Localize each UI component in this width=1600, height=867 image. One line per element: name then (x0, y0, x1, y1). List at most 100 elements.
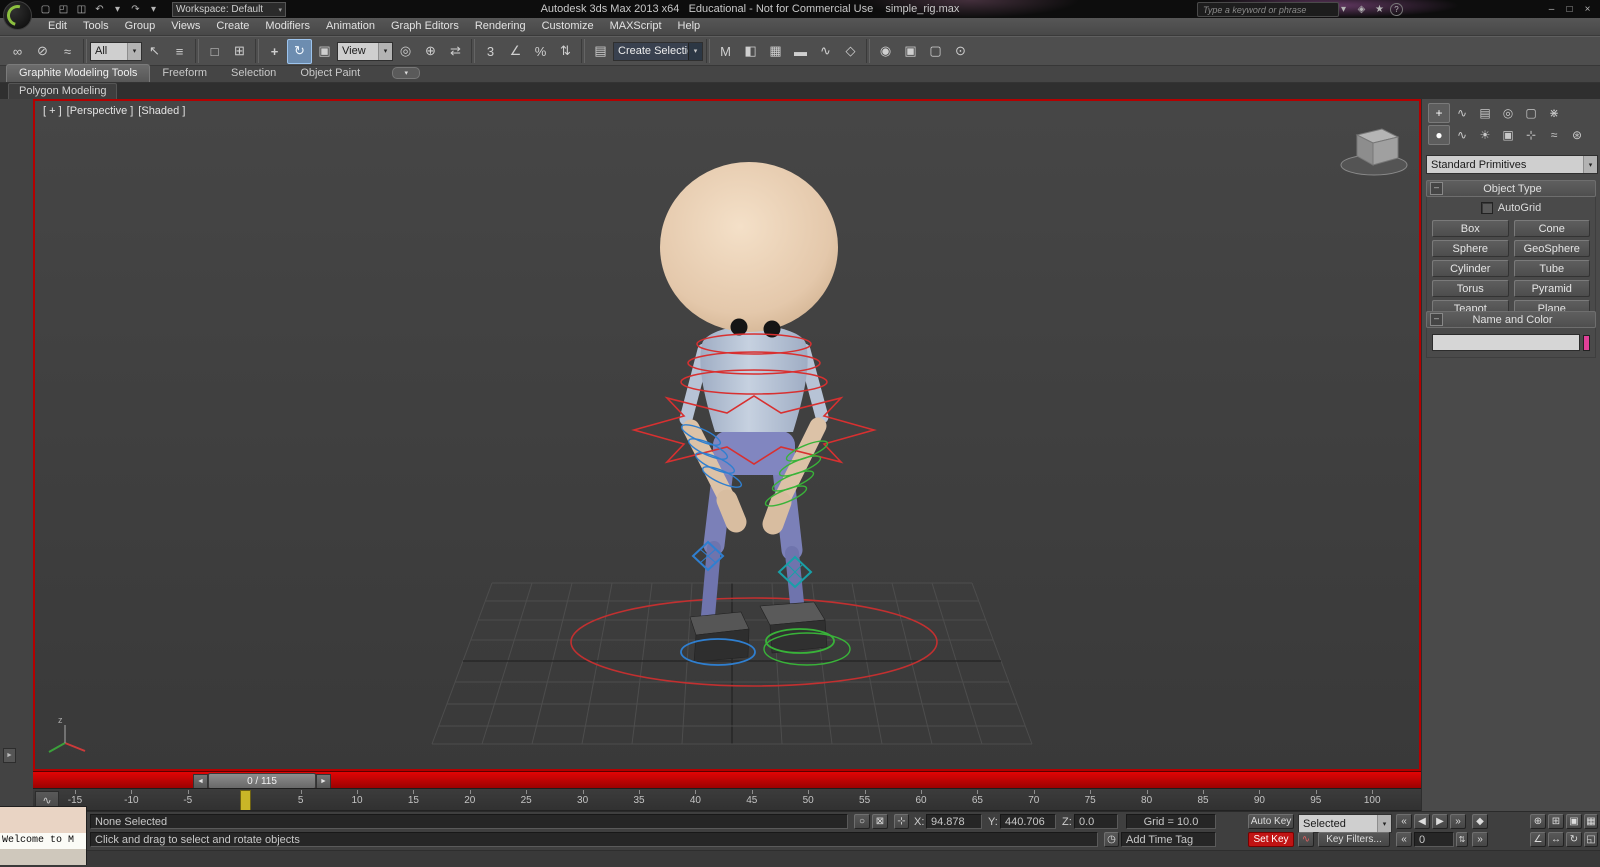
tab-freeform[interactable]: Freeform (150, 65, 219, 82)
menu-group[interactable]: Group (117, 18, 164, 35)
category-shapes-icon[interactable]: ∿ (1451, 125, 1473, 145)
undo-dropdown-icon[interactable]: ▾ (110, 2, 125, 16)
window-crossing-icon[interactable]: ⊞ (227, 39, 252, 64)
select-and-rotate-icon[interactable]: ↻ (287, 38, 312, 64)
object-name-field[interactable] (1432, 334, 1580, 351)
material-editor-icon[interactable]: ◉ (873, 39, 898, 64)
window-minimize-icon[interactable]: – (1544, 2, 1559, 16)
ribbon-minimize-toggle[interactable]: ▾ (392, 67, 421, 79)
button-pyramid[interactable]: Pyramid (1513, 280, 1590, 297)
isolate-selection-icon[interactable]: ○ (854, 814, 870, 829)
set-key-wave-icon[interactable]: ∿ (1298, 832, 1314, 847)
master-control-circle[interactable] (570, 597, 938, 687)
tab-create[interactable]: + (1428, 103, 1450, 123)
button-tube[interactable]: Tube (1513, 260, 1590, 277)
keyboard-override-icon[interactable]: ⇄ (443, 39, 468, 64)
menu-graph-editors[interactable]: Graph Editors (383, 18, 467, 35)
go-to-start-icon[interactable]: « (1396, 814, 1412, 829)
tab-motion[interactable]: ◎ (1497, 103, 1519, 123)
head[interactable] (660, 162, 838, 332)
menu-maxscript[interactable]: MAXScript (602, 18, 670, 35)
viewport-menu-view[interactable]: [Perspective ] (67, 105, 134, 117)
favorites-star-icon[interactable]: ★ (1372, 2, 1387, 16)
viewport-perspective[interactable]: z [ + ] [Perspective ] [Shaded ] (33, 99, 1421, 771)
open-file-icon[interactable]: ◰ (56, 2, 71, 16)
button-cone[interactable]: Cone (1513, 220, 1590, 237)
next-frame-arrow-icon[interactable]: ► (316, 774, 331, 789)
play-animation-icon[interactable]: ▶ (1432, 814, 1448, 829)
y-coordinate-field[interactable]: 440.706 (1000, 814, 1056, 829)
category-spacewarps-icon[interactable]: ≈ (1543, 125, 1565, 145)
mirror-icon[interactable]: M (713, 39, 738, 64)
button-geosphere[interactable]: GeoSphere (1513, 240, 1590, 257)
viewport-label[interactable]: [ + ] [Perspective ] [Shaded ] (43, 105, 185, 117)
current-frame-marker[interactable] (240, 790, 251, 810)
percent-snap-icon[interactable]: % (528, 39, 553, 64)
autogrid-checkbox[interactable] (1480, 202, 1493, 214)
redo-icon[interactable]: ↷ (128, 2, 143, 16)
key-mode-toggle-icon[interactable]: ◆ (1472, 814, 1488, 829)
field-of-view-icon[interactable]: ∠ (1530, 832, 1546, 847)
button-torus[interactable]: Torus (1432, 280, 1509, 297)
character-rig[interactable] (660, 162, 838, 663)
viewport-menu-shading[interactable]: [Shaded ] (138, 105, 185, 117)
category-lights-icon[interactable]: ☀ (1474, 125, 1496, 145)
spinner-snap-icon[interactable]: ⇅ (553, 39, 578, 64)
current-frame-field[interactable]: 0 (1414, 832, 1454, 847)
button-cylinder[interactable]: Cylinder (1432, 260, 1509, 277)
menu-create[interactable]: Create (208, 18, 257, 35)
menu-views[interactable]: Views (163, 18, 208, 35)
welcome-window[interactable]: Welcome to M (0, 806, 87, 865)
key-filters-button[interactable]: Key Filters... (1318, 832, 1390, 847)
new-scene-icon[interactable]: ▢ (38, 2, 53, 16)
object-color-swatch[interactable] (1583, 334, 1590, 351)
x-coordinate-field[interactable]: 94.878 (926, 814, 982, 829)
track-bar[interactable]: ∿ -15-10-5051015202530354045505560657075… (33, 788, 1421, 811)
zoom-all-icon[interactable]: ⊞ (1548, 814, 1564, 829)
tab-hierarchy[interactable]: ▤ (1474, 103, 1496, 123)
select-object-icon[interactable]: ↖ (142, 39, 167, 64)
schematic-view-icon[interactable]: ◇ (838, 39, 863, 64)
tab-object-paint[interactable]: Object Paint (288, 65, 372, 82)
set-key-button[interactable]: Set Key (1248, 832, 1294, 847)
next-key-icon[interactable]: » (1472, 832, 1488, 847)
absolute-mode-icon[interactable]: ⊹ (894, 814, 909, 829)
window-maximize-icon[interactable]: □ (1562, 2, 1577, 16)
render-production-icon[interactable]: ⊙ (948, 39, 973, 64)
select-and-link-icon[interactable]: ∞ (5, 39, 30, 64)
maximize-viewport-icon[interactable]: ◱ (1584, 832, 1598, 847)
zoom-extents-all-icon[interactable]: ▦ (1584, 814, 1598, 829)
panel-polygon-modeling[interactable]: Polygon Modeling (8, 83, 118, 99)
menu-animation[interactable]: Animation (318, 18, 383, 35)
select-by-name-icon[interactable]: ≡ (167, 39, 192, 64)
use-pivot-point-icon[interactable]: ◎ (393, 39, 418, 64)
viewport-menu-plus[interactable]: [ + ] (43, 105, 62, 117)
curve-editor-icon[interactable]: ∿ (813, 39, 838, 64)
selection-set-dropdown[interactable]: Create Selection Se ▾ (613, 41, 703, 61)
select-and-move-icon[interactable]: + (262, 39, 287, 64)
previous-frame-arrow-icon[interactable]: ◄ (193, 774, 208, 789)
snap-toggle-3d-icon[interactable]: 3 (478, 39, 503, 64)
tab-selection[interactable]: Selection (219, 65, 288, 82)
menu-rendering[interactable]: Rendering (467, 18, 534, 35)
selection-lock-icon[interactable]: ⊠ (872, 814, 888, 829)
menu-help[interactable]: Help (670, 18, 709, 35)
infocenter-search[interactable] (1197, 2, 1339, 17)
select-and-manipulate-icon[interactable]: ⊕ (418, 39, 443, 64)
angle-snap-icon[interactable]: ∠ (503, 39, 528, 64)
subscription-center-icon[interactable]: ◈ (1354, 2, 1369, 16)
frame-spinner-icon[interactable]: ⇅ (1456, 832, 1468, 847)
selection-filter-dropdown[interactable]: All ▾ (90, 41, 142, 61)
button-sphere[interactable]: Sphere (1432, 240, 1509, 257)
go-to-end-icon[interactable]: » (1450, 814, 1466, 829)
named-selection-sets-icon[interactable]: ▤ (588, 39, 613, 64)
tab-display[interactable]: ▢ (1520, 103, 1542, 123)
menu-customize[interactable]: Customize (534, 18, 602, 35)
search-dropdown-icon[interactable]: ▾ (1336, 2, 1351, 16)
align-icon[interactable]: ◧ (738, 39, 763, 64)
auto-key-button[interactable]: Auto Key (1248, 814, 1294, 829)
application-menu-button[interactable] (3, 1, 32, 30)
save-file-icon[interactable]: ◫ (74, 2, 89, 16)
object-type-rollout-header[interactable]: – Object Type (1426, 180, 1596, 197)
unlink-selection-icon[interactable]: ⊘ (30, 39, 55, 64)
